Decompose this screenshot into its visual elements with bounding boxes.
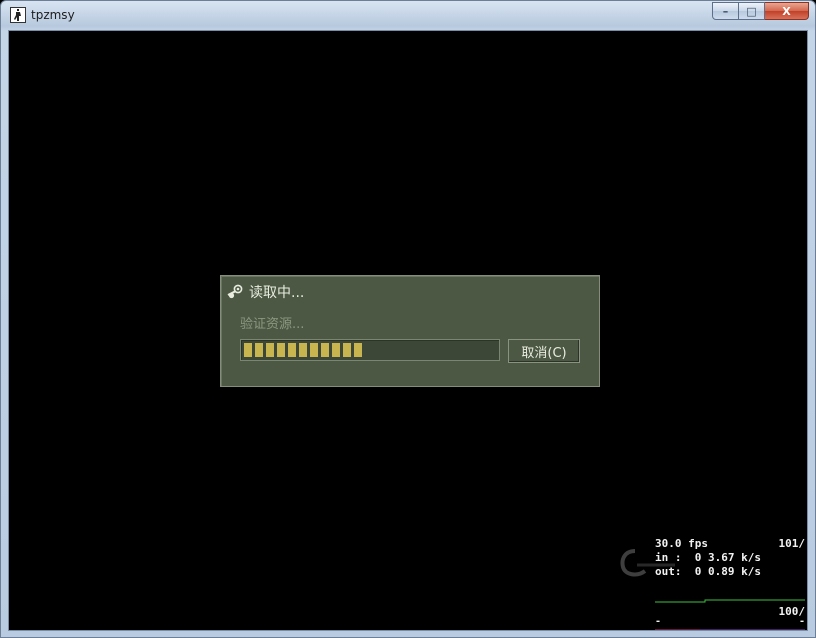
maximize-button[interactable]: □ [739, 2, 765, 20]
net-in-readout: in : 0 3.67 k/s [655, 551, 761, 564]
window-title: tpzmsy [31, 8, 75, 22]
loading-dialog: 读取中... 验证资源... 取消(C) [220, 275, 600, 387]
title-bar[interactable]: tpzmsy – □ X [1, 1, 815, 30]
dialog-status-text: 验证资源... [240, 317, 305, 332]
game-viewport[interactable]: 读取中... 验证资源... 取消(C) 30.0 fps 101/ in : … [8, 30, 808, 631]
fps-readout: 30.0 fps [655, 537, 708, 550]
steam-icon [227, 284, 243, 299]
minimize-button[interactable]: – [712, 2, 739, 20]
window-controls: – □ X [712, 2, 809, 21]
cancel-button[interactable]: 取消(C) [508, 339, 580, 363]
dash-right: - [798, 616, 805, 627]
dialog-header: 读取中... [227, 283, 304, 301]
fps-right-readout: 101/ [778, 537, 806, 550]
app-icon[interactable] [10, 7, 26, 23]
close-button[interactable]: X [765, 2, 809, 20]
progress-fill [244, 343, 362, 357]
net-graph-bottom-line [655, 629, 805, 630]
net-graph: 30.0 fps 101/ in : 0 3.67 k/s out: 0 0.8… [653, 537, 806, 630]
dialog-title: 读取中... [249, 285, 305, 301]
app-window: tpzmsy – □ X 读取中... 验证资源... 取消(C) 30.0 f… [0, 0, 816, 638]
dash-left: - [655, 616, 662, 627]
net-out-readout: out: 0 0.89 k/s [655, 565, 761, 578]
net-graph-line [655, 599, 805, 603]
loading-progress-bar [240, 339, 500, 361]
